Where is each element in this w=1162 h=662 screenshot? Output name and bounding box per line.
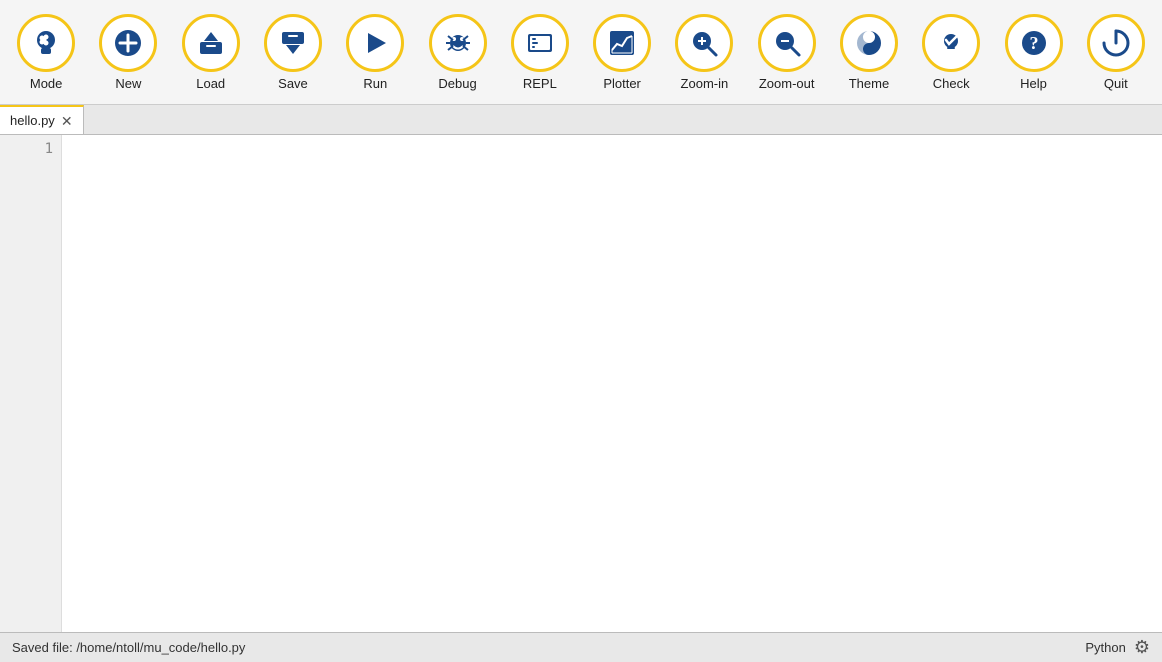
theme-button[interactable]: Theme	[829, 4, 909, 100]
check-label: Check	[933, 76, 970, 91]
tab-bar: hello.py ✕	[0, 105, 1162, 135]
load-label: Load	[196, 76, 225, 91]
status-bar: Saved file: /home/ntoll/mu_code/hello.py…	[0, 632, 1162, 662]
plotter-icon	[593, 14, 651, 72]
new-label: New	[115, 76, 141, 91]
new-button[interactable]: New	[88, 4, 168, 100]
line-numbers: 1	[0, 135, 62, 632]
repl-icon	[511, 14, 569, 72]
run-icon	[346, 14, 404, 72]
load-icon	[182, 14, 240, 72]
settings-button[interactable]: ⚙	[1134, 637, 1150, 658]
debug-button[interactable]: Debug	[417, 4, 497, 100]
check-button[interactable]: Check	[911, 4, 991, 100]
zoom-in-label: Zoom-in	[681, 76, 729, 91]
save-button[interactable]: Save	[253, 4, 333, 100]
editor-area[interactable]	[62, 135, 1162, 632]
mode-label: Mode	[30, 76, 63, 91]
gear-icon: ⚙	[1134, 637, 1150, 658]
tab-label: hello.py	[10, 113, 55, 128]
theme-label: Theme	[849, 76, 889, 91]
theme-icon	[840, 14, 898, 72]
debug-label: Debug	[438, 76, 476, 91]
zoom-in-icon	[675, 14, 733, 72]
status-message: Saved file: /home/ntoll/mu_code/hello.py	[12, 640, 245, 655]
zoom-in-button[interactable]: Zoom-in	[664, 4, 744, 100]
repl-label: REPL	[523, 76, 557, 91]
check-icon	[922, 14, 980, 72]
tab-close-icon[interactable]: ✕	[61, 114, 73, 128]
run-button[interactable]: Run	[335, 4, 415, 100]
run-label: Run	[363, 76, 387, 91]
python-mode-label: Python	[1085, 640, 1125, 655]
editor-container: 1	[0, 135, 1162, 632]
quit-button[interactable]: Quit	[1076, 4, 1156, 100]
plotter-label: Plotter	[603, 76, 641, 91]
help-button[interactable]: ? Help	[993, 4, 1073, 100]
repl-button[interactable]: REPL	[500, 4, 580, 100]
load-button[interactable]: Load	[171, 4, 251, 100]
zoom-out-label: Zoom-out	[759, 76, 815, 91]
tab-hello-py[interactable]: hello.py ✕	[0, 105, 84, 134]
save-label: Save	[278, 76, 308, 91]
plotter-button[interactable]: Plotter	[582, 4, 662, 100]
new-icon	[99, 14, 157, 72]
quit-label: Quit	[1104, 76, 1128, 91]
zoom-out-button[interactable]: Zoom-out	[747, 4, 827, 100]
save-icon	[264, 14, 322, 72]
toolbar: Mode New Load Save Run	[0, 0, 1162, 105]
zoom-out-icon	[758, 14, 816, 72]
mode-button[interactable]: Mode	[6, 4, 86, 100]
status-right: Python ⚙	[1085, 637, 1150, 658]
mode-icon	[17, 14, 75, 72]
help-icon: ?	[1005, 14, 1063, 72]
svg-text:?: ?	[1029, 33, 1038, 53]
line-number: 1	[0, 141, 53, 157]
debug-icon	[429, 14, 487, 72]
help-label: Help	[1020, 76, 1047, 91]
quit-icon	[1087, 14, 1145, 72]
